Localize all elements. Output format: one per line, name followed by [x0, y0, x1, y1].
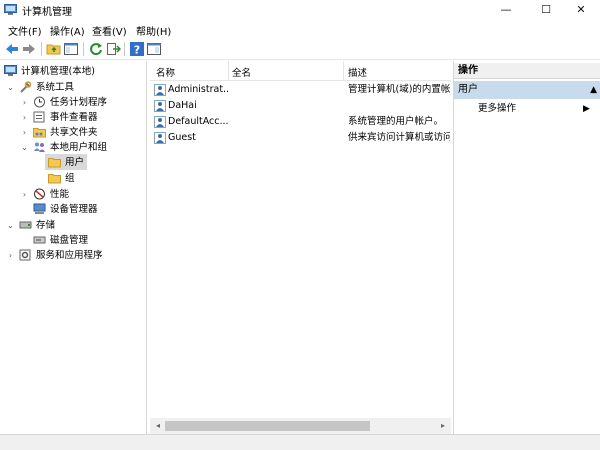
tree-item-label: 计算机管理(本地): [21, 66, 95, 77]
cell-name: DaHai: [168, 100, 197, 111]
close-button[interactable]: ✕: [562, 0, 600, 20]
table-row[interactable]: DefaultAcc... 系统管理的用户帐户。: [150, 114, 451, 130]
scroll-right-icon[interactable]: ▸: [437, 420, 449, 432]
user-icon: [154, 116, 166, 128]
collapse-up-icon[interactable]: ▲: [590, 81, 597, 99]
status-bar: [0, 434, 600, 450]
toolbar: ?: [0, 38, 600, 60]
column-header-name[interactable]: 名称: [156, 65, 175, 79]
menu-action[interactable]: 操作(A): [50, 23, 85, 38]
menu-bar: 文件(F) 操作(A) 查看(V) 帮助(H): [0, 20, 600, 38]
shared-folder-icon: [33, 128, 46, 138]
column-header-description[interactable]: 描述: [348, 65, 367, 79]
back-icon[interactable]: [4, 41, 20, 57]
user-icon: [154, 100, 166, 112]
users-group-icon: [34, 142, 45, 152]
user-list: 名称 全名 描述 Administrat... 管理计算机(域)的内置帐... …: [150, 61, 451, 434]
device-manager-icon: [33, 203, 46, 214]
tree-item-label: 本地用户和组: [50, 142, 108, 153]
chevron-down-icon[interactable]: ⌄: [6, 80, 15, 95]
column-header-row: 名称 全名 描述: [150, 61, 451, 81]
folder-icon: [48, 158, 61, 168]
column-header-fullname[interactable]: 全名: [232, 65, 251, 79]
chevron-down-icon[interactable]: ⌄: [6, 218, 15, 233]
tree-item-label: 存储: [36, 220, 56, 231]
actions-pane: 操作 用户 ▲ 更多操作 ▶: [453, 61, 600, 434]
tree-item-label: 事件查看器: [50, 112, 98, 123]
more-actions-item[interactable]: 更多操作: [478, 101, 516, 117]
chevron-right-icon[interactable]: ›: [20, 110, 29, 125]
title-bar: 计算机管理 — ☐ ✕: [0, 0, 600, 20]
actions-section-users[interactable]: 用户 ▲: [454, 81, 600, 99]
system-tools-icon: [20, 81, 32, 93]
up-icon[interactable]: [46, 41, 62, 57]
menu-file[interactable]: 文件(F): [8, 23, 42, 38]
cell-description: 系统管理的用户帐户。: [348, 116, 444, 127]
tree-item-label: 性能: [50, 189, 70, 200]
menu-view[interactable]: 查看(V): [92, 23, 127, 38]
chevron-right-icon[interactable]: ›: [20, 95, 29, 110]
actions-header: 操作: [454, 63, 600, 79]
tree-item-label: 磁盘管理: [50, 235, 89, 246]
tree-item-label: 用户: [65, 157, 85, 168]
svg-text:?: ?: [134, 44, 140, 57]
table-row[interactable]: Administrat... 管理计算机(域)的内置帐...: [150, 82, 451, 98]
computer-management-icon: [4, 4, 17, 15]
column-divider[interactable]: [228, 61, 229, 81]
cell-name: Administrat...: [168, 84, 228, 95]
scroll-left-icon[interactable]: ◂: [152, 420, 164, 432]
navigation-tree: 计算机管理(本地) ⌄ 系统工具 › 任务计划程序 › 事件查看器 › 共享文件…: [0, 61, 147, 434]
tree-item-label: 系统工具: [36, 82, 75, 93]
services-icon: [19, 249, 31, 261]
user-icon: [154, 84, 166, 96]
chevron-right-icon[interactable]: ›: [20, 125, 29, 140]
scrollbar-thumb[interactable]: [165, 421, 370, 431]
actions-section-label: 用户: [458, 84, 478, 95]
help-icon[interactable]: ?: [129, 41, 145, 57]
tree-item-label: 设备管理器: [50, 204, 98, 215]
tree-item-label: 组: [65, 173, 75, 184]
show-hide-tree-icon[interactable]: [63, 41, 79, 57]
toolbar-separator: [83, 42, 84, 56]
table-row[interactable]: Guest 供来宾访问计算机或访问...: [150, 130, 451, 146]
event-viewer-icon: [33, 111, 45, 123]
table-row[interactable]: DaHai: [150, 98, 451, 114]
tree-item-label: 共享文件夹: [50, 127, 98, 138]
tree-item-label: 任务计划程序: [50, 97, 108, 108]
computer-management-icon: [4, 65, 17, 76]
chevron-right-icon[interactable]: ›: [20, 187, 29, 202]
cell-description: 管理计算机(域)的内置帐...: [348, 84, 450, 95]
storage-icon: [19, 221, 32, 229]
performance-icon: [34, 188, 45, 200]
action-pane-icon[interactable]: [146, 41, 162, 57]
folder-icon: [48, 174, 61, 184]
column-divider[interactable]: [343, 61, 344, 81]
toolbar-separator: [124, 42, 125, 56]
clock-icon: [34, 96, 45, 108]
horizontal-scrollbar[interactable]: ◂ ▸: [150, 418, 451, 434]
user-icon: [154, 132, 166, 144]
tree-item-label: 服务和应用程序: [36, 250, 103, 261]
minimize-button[interactable]: —: [487, 0, 525, 20]
refresh-icon[interactable]: [88, 41, 104, 57]
chevron-down-icon[interactable]: ⌄: [20, 140, 29, 155]
maximize-button[interactable]: ☐: [527, 0, 565, 20]
forward-icon[interactable]: [21, 41, 37, 57]
window-title: 计算机管理: [22, 7, 72, 18]
menu-help[interactable]: 帮助(H): [136, 23, 171, 38]
toolbar-separator: [41, 42, 42, 56]
cell-name: Guest: [168, 132, 196, 143]
cell-description: 供来宾访问计算机或访问...: [348, 132, 450, 143]
chevron-right-icon[interactable]: ›: [6, 248, 15, 263]
disk-icon: [33, 236, 46, 244]
export-list-icon[interactable]: [105, 41, 121, 57]
cell-name: DefaultAcc...: [168, 116, 228, 127]
submenu-arrow-icon[interactable]: ▶: [583, 101, 590, 117]
